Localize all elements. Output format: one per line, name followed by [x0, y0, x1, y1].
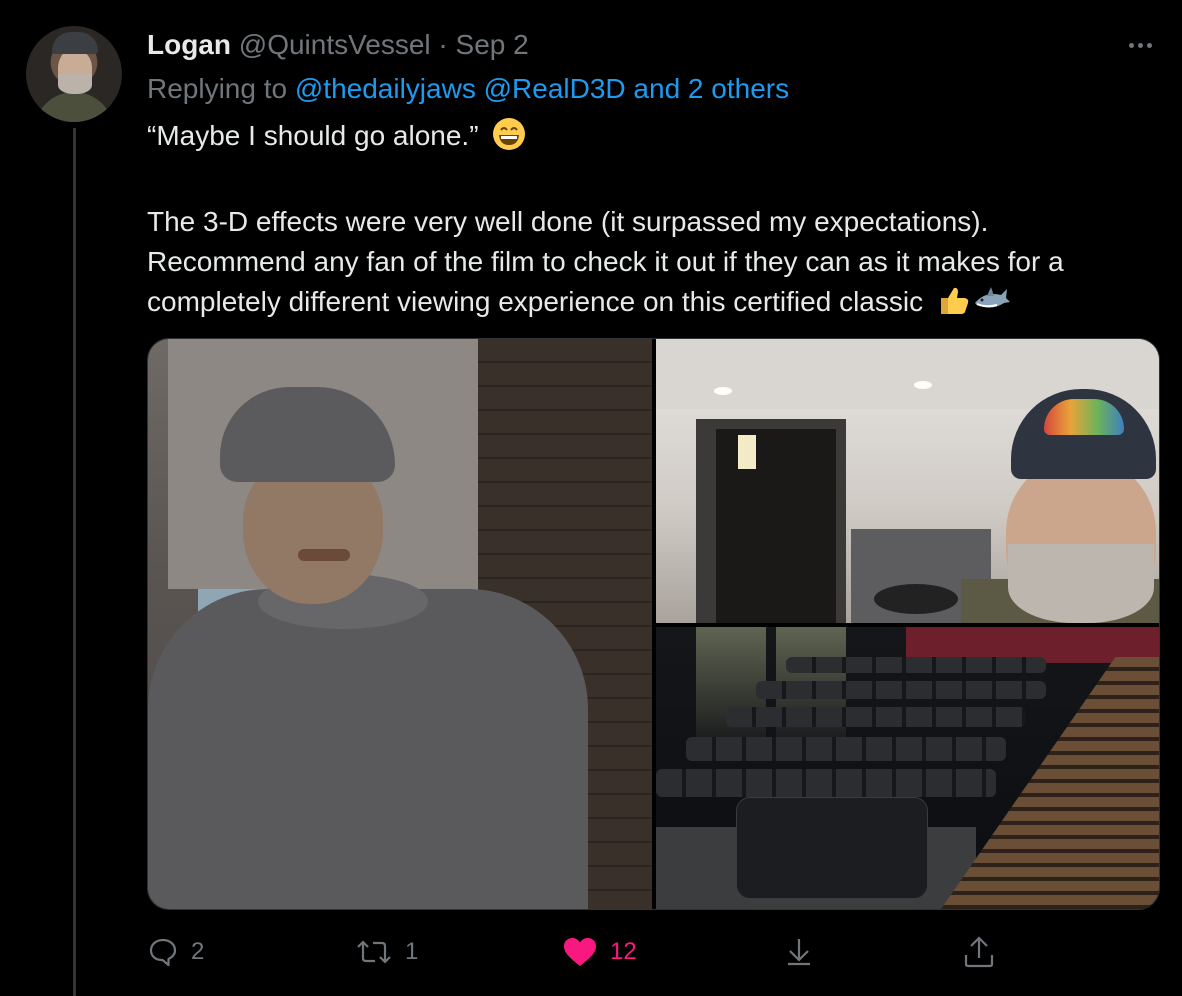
avatar[interactable] [26, 26, 122, 122]
download-icon [788, 939, 810, 966]
bookmark-button[interactable] [784, 930, 814, 974]
shark-emoji-icon [973, 283, 1011, 328]
media-image-3[interactable] [656, 627, 1159, 909]
tweet-date[interactable]: Sep 2 [456, 29, 529, 60]
thread-line [73, 128, 76, 996]
reply-button[interactable]: 2 [147, 930, 204, 974]
more-icon [1128, 42, 1134, 48]
tweet-header: Logan @QuintsVessel · Sep 2 [147, 28, 529, 62]
mention-reald3d[interactable]: @RealD3D [484, 73, 626, 104]
like-count: 12 [610, 938, 637, 965]
media-grid [147, 338, 1160, 910]
heart-icon [564, 938, 596, 966]
tweet-text-line-2: The 3-D effects were very well done (it … [147, 206, 989, 237]
handle[interactable]: @QuintsVessel [239, 29, 431, 60]
grinning-face-emoji-icon [492, 117, 526, 162]
action-bar: 2 1 12 [147, 930, 1047, 974]
mention-thedailyjaws[interactable]: @thedailyjaws [295, 73, 476, 104]
separator: · [438, 29, 448, 60]
media-image-2[interactable] [656, 339, 1159, 623]
retweet-icon [357, 940, 391, 964]
retweet-button[interactable]: 1 [355, 930, 418, 974]
like-button[interactable]: 12 [562, 930, 637, 974]
retweet-count: 1 [405, 938, 419, 965]
display-name[interactable]: Logan [147, 29, 231, 60]
replying-prefix: Replying to [147, 73, 288, 104]
tweet-text-line-1: “Maybe I should go alone.” [147, 120, 479, 151]
tweet-text-line-4: completely different viewing experience … [147, 286, 924, 317]
tweet-text-line-3: Recommend any fan of the film to check i… [147, 246, 1064, 277]
tweet-text: “Maybe I should go alone.” The 3-D effec… [147, 116, 1157, 328]
share-button[interactable] [962, 930, 996, 974]
media-image-1[interactable] [148, 339, 652, 909]
share-icon [964, 936, 994, 968]
thumbs-up-emoji-icon [937, 283, 971, 328]
replying-to: Replying to @thedailyjaws @RealD3D and 2… [147, 72, 789, 106]
mention-others[interactable]: and 2 others [633, 73, 789, 104]
reply-count: 2 [191, 938, 205, 965]
reply-icon [149, 938, 177, 967]
tweet[interactable]: Logan @QuintsVessel · Sep 2 Replying to … [0, 0, 1182, 996]
more-options-button[interactable] [1120, 30, 1160, 60]
